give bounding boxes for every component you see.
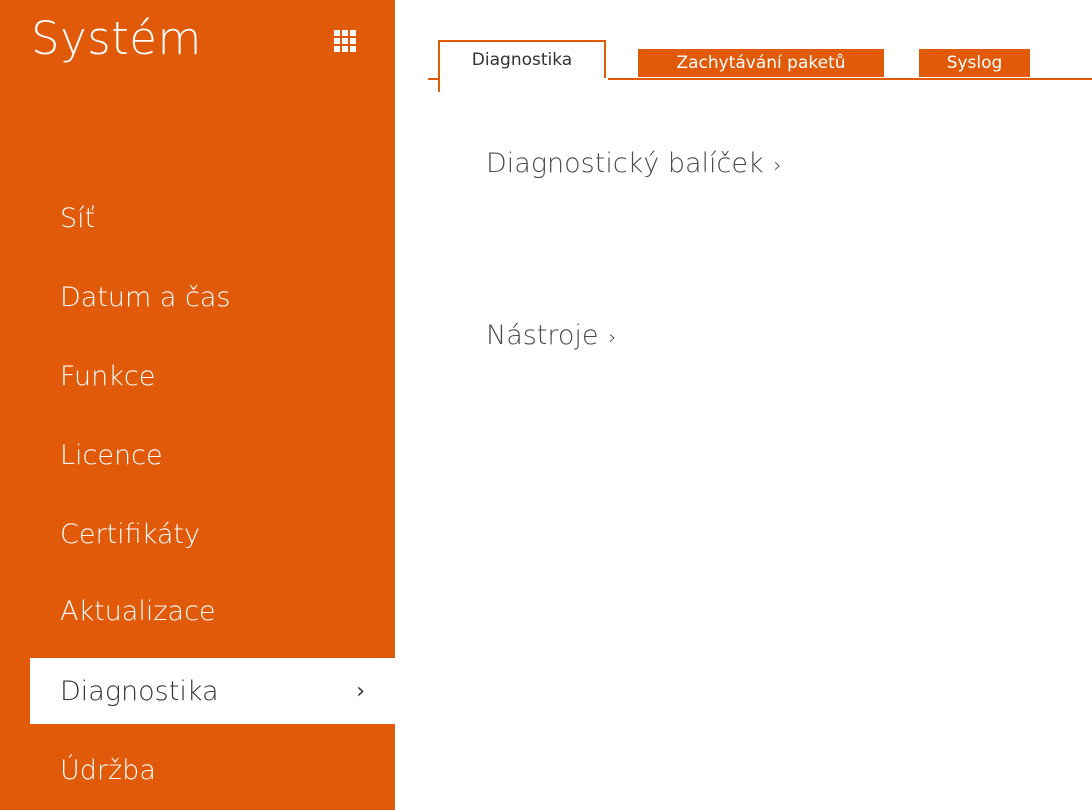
sidebar-item-certifikaty[interactable]: Certifikáty — [0, 501, 395, 567]
tab-zachytavani-paketu[interactable]: Zachytávání paketů — [638, 49, 884, 77]
sidebar-item-label: Funkce — [60, 360, 156, 392]
section-label: Diagnostický balíček — [486, 148, 764, 179]
chevron-right-icon: › — [608, 325, 617, 349]
sidebar-item-label: Datum a čas — [60, 281, 231, 313]
chevron-right-icon: › — [773, 153, 782, 177]
section-label: Nástroje — [486, 320, 599, 351]
sidebar-item-label: Údržba — [60, 754, 156, 786]
section-nastroje[interactable]: Nástroje › — [486, 320, 617, 351]
sidebar-item-label: Certifikáty — [60, 518, 200, 550]
chevron-right-icon: › — [356, 678, 365, 704]
sidebar-item-label: Diagnostika — [60, 675, 219, 707]
apps-grid-icon[interactable] — [334, 30, 356, 52]
sidebar-item-diagnostika[interactable]: Diagnostika › — [30, 658, 395, 724]
sidebar-item-aktualizace[interactable]: Aktualizace — [0, 578, 395, 644]
sidebar-item-label: Aktualizace — [60, 595, 216, 627]
sidebar-item-label: Síť — [60, 202, 96, 234]
sidebar-item-label: Licence — [60, 439, 163, 471]
tab-bar: Diagnostika Zachytávání paketů Syslog — [428, 40, 1092, 92]
sidebar-item-sit[interactable]: Síť — [0, 185, 395, 251]
tab-diagnostika[interactable]: Diagnostika — [440, 40, 606, 78]
tab-underline — [608, 78, 1092, 80]
sidebar-item-licence[interactable]: Licence — [0, 422, 395, 488]
sidebar-item-datum-a-cas[interactable]: Datum a čas — [0, 264, 395, 330]
section-diagnosticky-balicek[interactable]: Diagnostický balíček › — [486, 148, 782, 179]
sidebar-title: Systém — [31, 12, 202, 65]
sidebar-item-funkce[interactable]: Funkce — [0, 343, 395, 409]
sidebar-item-udrzba[interactable]: Údržba — [0, 737, 395, 803]
tab-syslog[interactable]: Syslog — [919, 49, 1030, 77]
sidebar: Systém Síť Datum a čas Funkce Licence Ce… — [0, 0, 395, 810]
